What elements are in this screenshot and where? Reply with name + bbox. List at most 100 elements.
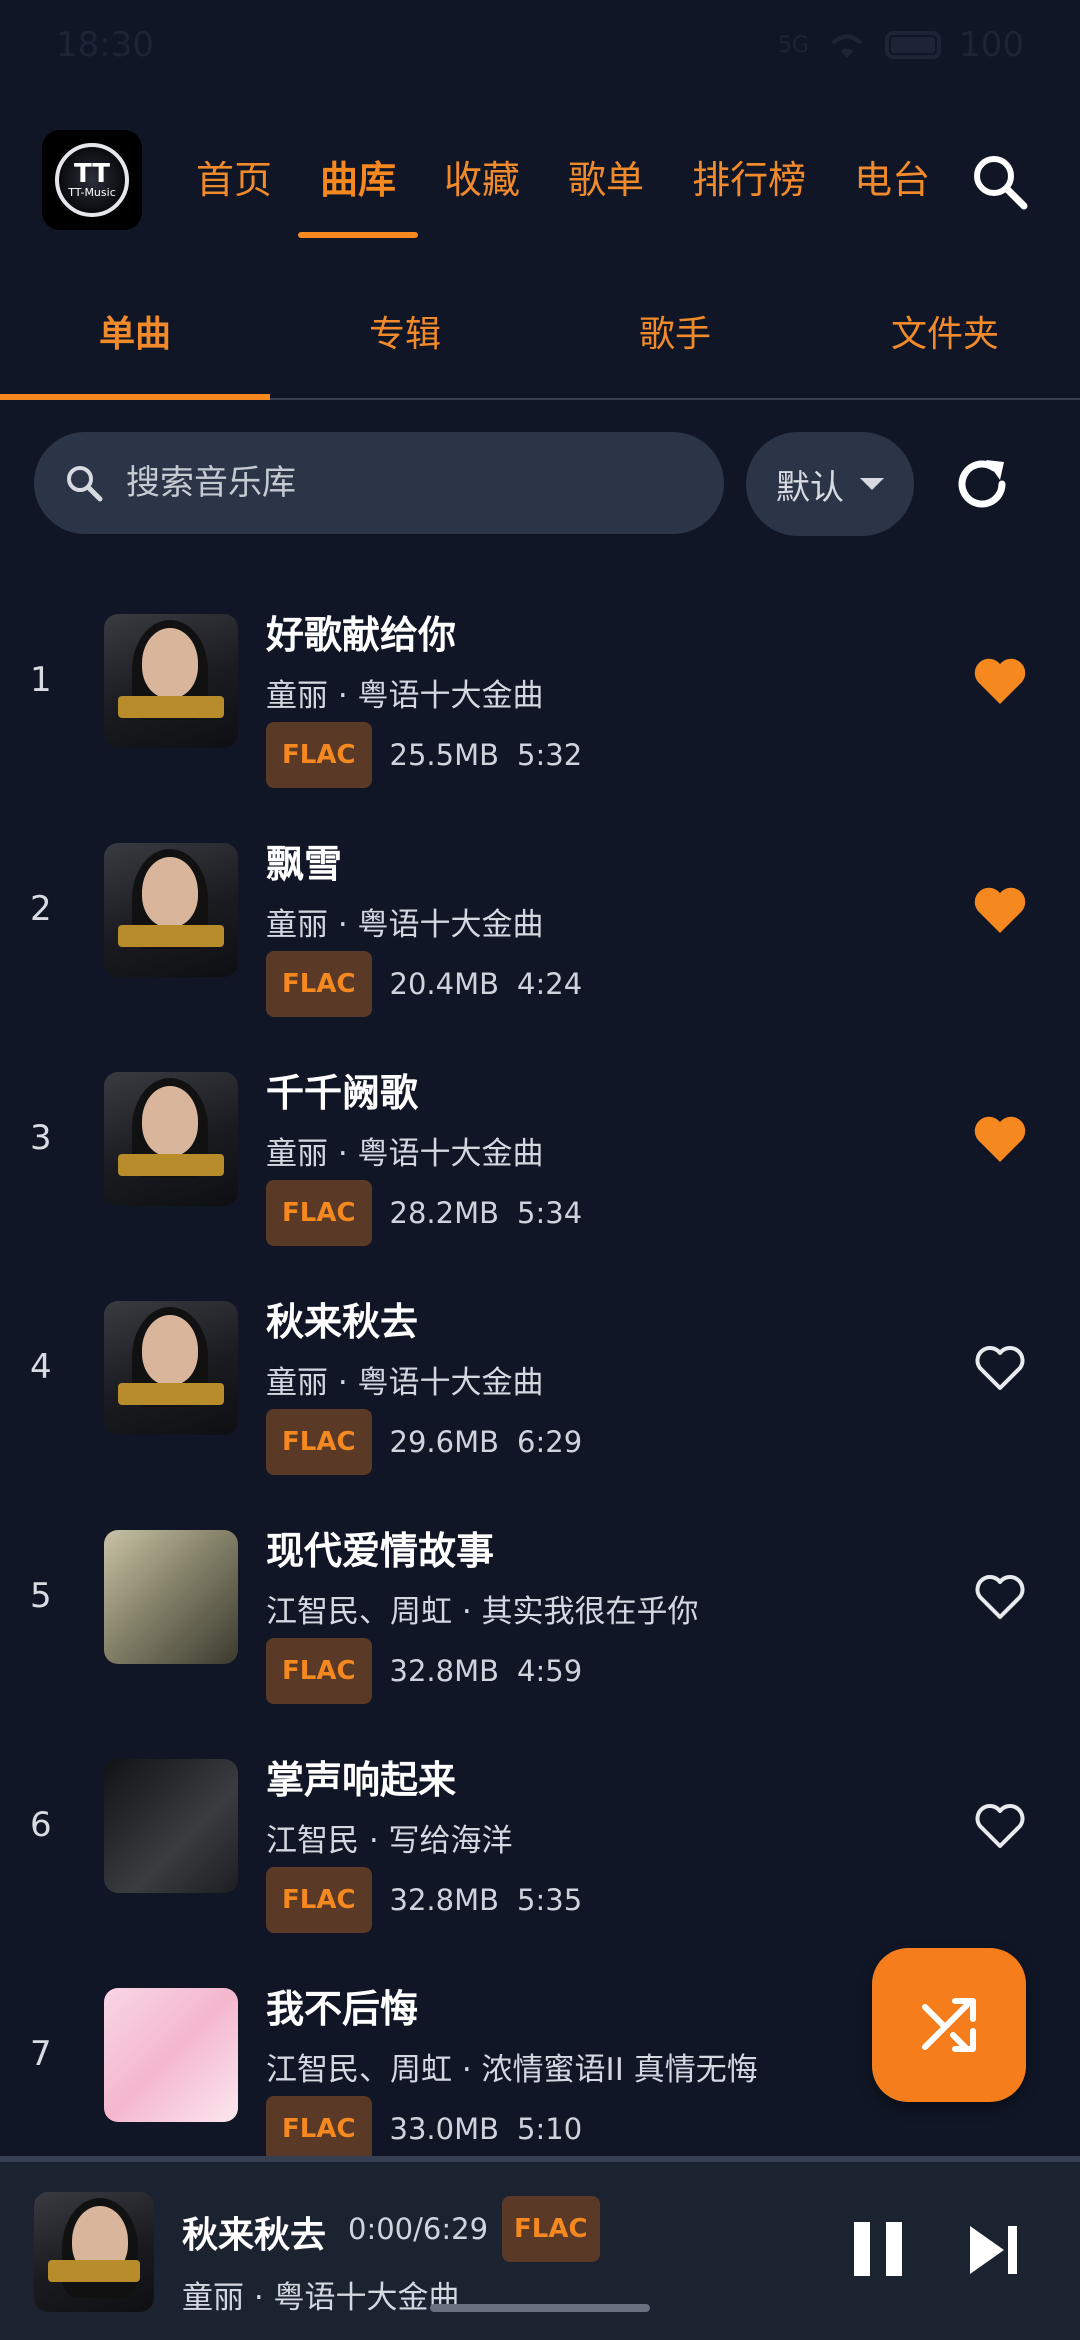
nav-favorites[interactable]: 收藏 (444, 150, 520, 222)
song-meta: FLAC 32.8MB 4:59 (266, 1638, 582, 1704)
song-title: 我不后悔 (266, 1987, 419, 2031)
nav-radio[interactable]: 电台 (854, 150, 930, 222)
home-indicator[interactable] (430, 2304, 650, 2312)
song-index: 1 (30, 660, 52, 700)
heart-filled-icon[interactable] (972, 885, 1028, 935)
file-size: 33.0MB (389, 2112, 500, 2146)
library-tabs: 单曲 专辑 歌手 文件夹 (0, 285, 1080, 400)
song-artist-album: 童丽 · 粤语十大金曲 (266, 1136, 544, 1172)
search-icon (67, 466, 103, 502)
format-badge: FLAC (266, 1867, 372, 1933)
battery-level: 100 (959, 25, 1024, 65)
album-cover (104, 1988, 238, 2122)
album-cover (104, 1530, 238, 1664)
app-header: TT TT-Music 首页 曲库 收藏 歌单 排行榜 电台 (0, 120, 1080, 260)
pause-icon[interactable] (848, 2216, 908, 2282)
format-badge: FLAC (266, 1409, 372, 1475)
song-artist-album: 江智民 · 写给海洋 (266, 1823, 513, 1859)
duration: 5:35 (517, 1883, 583, 1917)
refresh-icon[interactable] (950, 452, 1014, 516)
song-title: 飘雪 (266, 842, 343, 886)
status-time: 18:30 (56, 25, 154, 65)
song-artist-album: 童丽 · 粤语十大金曲 (266, 1365, 544, 1401)
song-artist-album: 江智民、周虹 · 其实我很在乎你 (266, 1594, 699, 1630)
nav-home[interactable]: 首页 (196, 150, 272, 222)
tab-songs[interactable]: 单曲 (0, 285, 270, 400)
song-meta: FLAC 25.5MB 5:32 (266, 722, 582, 788)
song-row[interactable]: 4 秋来秋去 童丽 · 粤语十大金曲 FLAC 29.6MB 6:29 (0, 1267, 1080, 1496)
heart-outline-icon[interactable] (972, 1572, 1028, 1622)
now-playing-cover (34, 2192, 154, 2312)
song-title: 秋来秋去 (266, 1300, 419, 1344)
duration: 5:10 (517, 2112, 583, 2146)
now-playing-format-badge: FLAC (502, 2196, 600, 2262)
format-badge: FLAC (266, 951, 372, 1017)
chevron-down-icon (860, 478, 884, 490)
now-playing-title: 秋来秋去 (182, 2215, 327, 2256)
duration: 4:24 (517, 967, 583, 1001)
album-cover (104, 1301, 238, 1435)
format-badge: FLAC (266, 2096, 372, 2162)
nav-playlists[interactable]: 歌单 (568, 150, 644, 222)
tab-artists[interactable]: 歌手 (540, 285, 810, 398)
heart-filled-icon[interactable] (972, 656, 1028, 706)
song-title: 现代爱情故事 (266, 1529, 495, 1573)
file-size: 25.5MB (389, 738, 500, 772)
song-meta: FLAC 28.2MB 5:34 (266, 1180, 582, 1246)
song-title: 掌声响起来 (266, 1758, 457, 1802)
song-title: 千千阙歌 (266, 1071, 419, 1115)
album-cover (104, 1072, 238, 1206)
duration: 5:34 (517, 1196, 583, 1230)
playback-progress[interactable] (0, 2156, 1080, 2162)
song-index: 2 (30, 889, 52, 929)
song-meta: FLAC 20.4MB 4:24 (266, 951, 582, 1017)
song-artist-album: 江智民、周虹 · 浓情蜜语II 真情无悔 (266, 2052, 758, 2088)
main-nav: 首页 曲库 收藏 歌单 排行榜 电台 (196, 150, 930, 238)
song-artist-album: 童丽 · 粤语十大金曲 (266, 678, 544, 714)
song-meta: FLAC 29.6MB 6:29 (266, 1409, 582, 1475)
nav-charts[interactable]: 排行榜 (692, 150, 806, 222)
skip-next-icon[interactable] (966, 2220, 1022, 2280)
format-badge: FLAC (266, 1180, 372, 1246)
song-row[interactable]: 1 好歌献给你 童丽 · 粤语十大金曲 FLAC 25.5MB 5:32 (0, 580, 1080, 809)
battery-icon (885, 31, 942, 59)
heart-outline-icon[interactable] (972, 1343, 1028, 1393)
album-cover (104, 843, 238, 977)
album-cover (104, 1759, 238, 1893)
duration: 6:29 (517, 1425, 583, 1459)
status-icons: 5G 100 (778, 25, 1024, 65)
tab-folders[interactable]: 文件夹 (810, 285, 1080, 398)
app-logo[interactable]: TT TT-Music (42, 130, 142, 230)
song-index: 4 (30, 1347, 52, 1387)
shuffle-button[interactable] (872, 1948, 1026, 2102)
song-index: 3 (30, 1118, 52, 1158)
heart-filled-icon[interactable] (972, 1114, 1028, 1164)
song-row[interactable]: 3 千千阙歌 童丽 · 粤语十大金曲 FLAC 28.2MB 5:34 (0, 1038, 1080, 1267)
duration: 5:32 (517, 738, 583, 772)
duration: 4:59 (517, 1654, 583, 1688)
tab-albums[interactable]: 专辑 (270, 285, 540, 398)
song-title: 好歌献给你 (266, 613, 457, 657)
nav-library[interactable]: 曲库 (298, 150, 419, 238)
song-meta: FLAC 33.0MB 5:10 (266, 2096, 582, 2162)
logo-icon: TT TT-Music (55, 143, 129, 217)
song-row[interactable]: 5 现代爱情故事 江智民、周虹 · 其实我很在乎你 FLAC 32.8MB 4:… (0, 1496, 1080, 1725)
song-list: 1 好歌献给你 童丽 · 粤语十大金曲 FLAC 25.5MB 5:32 2 飘… (0, 580, 1080, 2183)
song-meta: FLAC 32.8MB 5:35 (266, 1867, 582, 1933)
song-row[interactable]: 2 飘雪 童丽 · 粤语十大金曲 FLAC 20.4MB 4:24 (0, 809, 1080, 1038)
format-badge: FLAC (266, 1638, 372, 1704)
search-icon[interactable] (970, 152, 1030, 212)
sort-selected: 默认 (776, 467, 844, 508)
song-row[interactable]: 6 掌声响起来 江智民 · 写给海洋 FLAC 32.8MB 5:35 (0, 1725, 1080, 1954)
now-playing-bar[interactable]: 秋来秋去 0:00/6:29 FLAC 童丽 · 粤语十大金曲 (0, 2156, 1080, 2340)
now-playing-time: 0:00/6:29 (348, 2212, 489, 2246)
heart-outline-icon[interactable] (972, 1801, 1028, 1851)
format-badge: FLAC (266, 722, 372, 788)
song-index: 6 (30, 1805, 52, 1845)
shuffle-icon (922, 1998, 976, 2052)
file-size: 29.6MB (389, 1425, 500, 1459)
sort-dropdown[interactable]: 默认 (746, 432, 914, 536)
file-size: 32.8MB (389, 1883, 500, 1917)
search-input[interactable] (126, 463, 686, 503)
song-index: 7 (30, 2034, 52, 2074)
